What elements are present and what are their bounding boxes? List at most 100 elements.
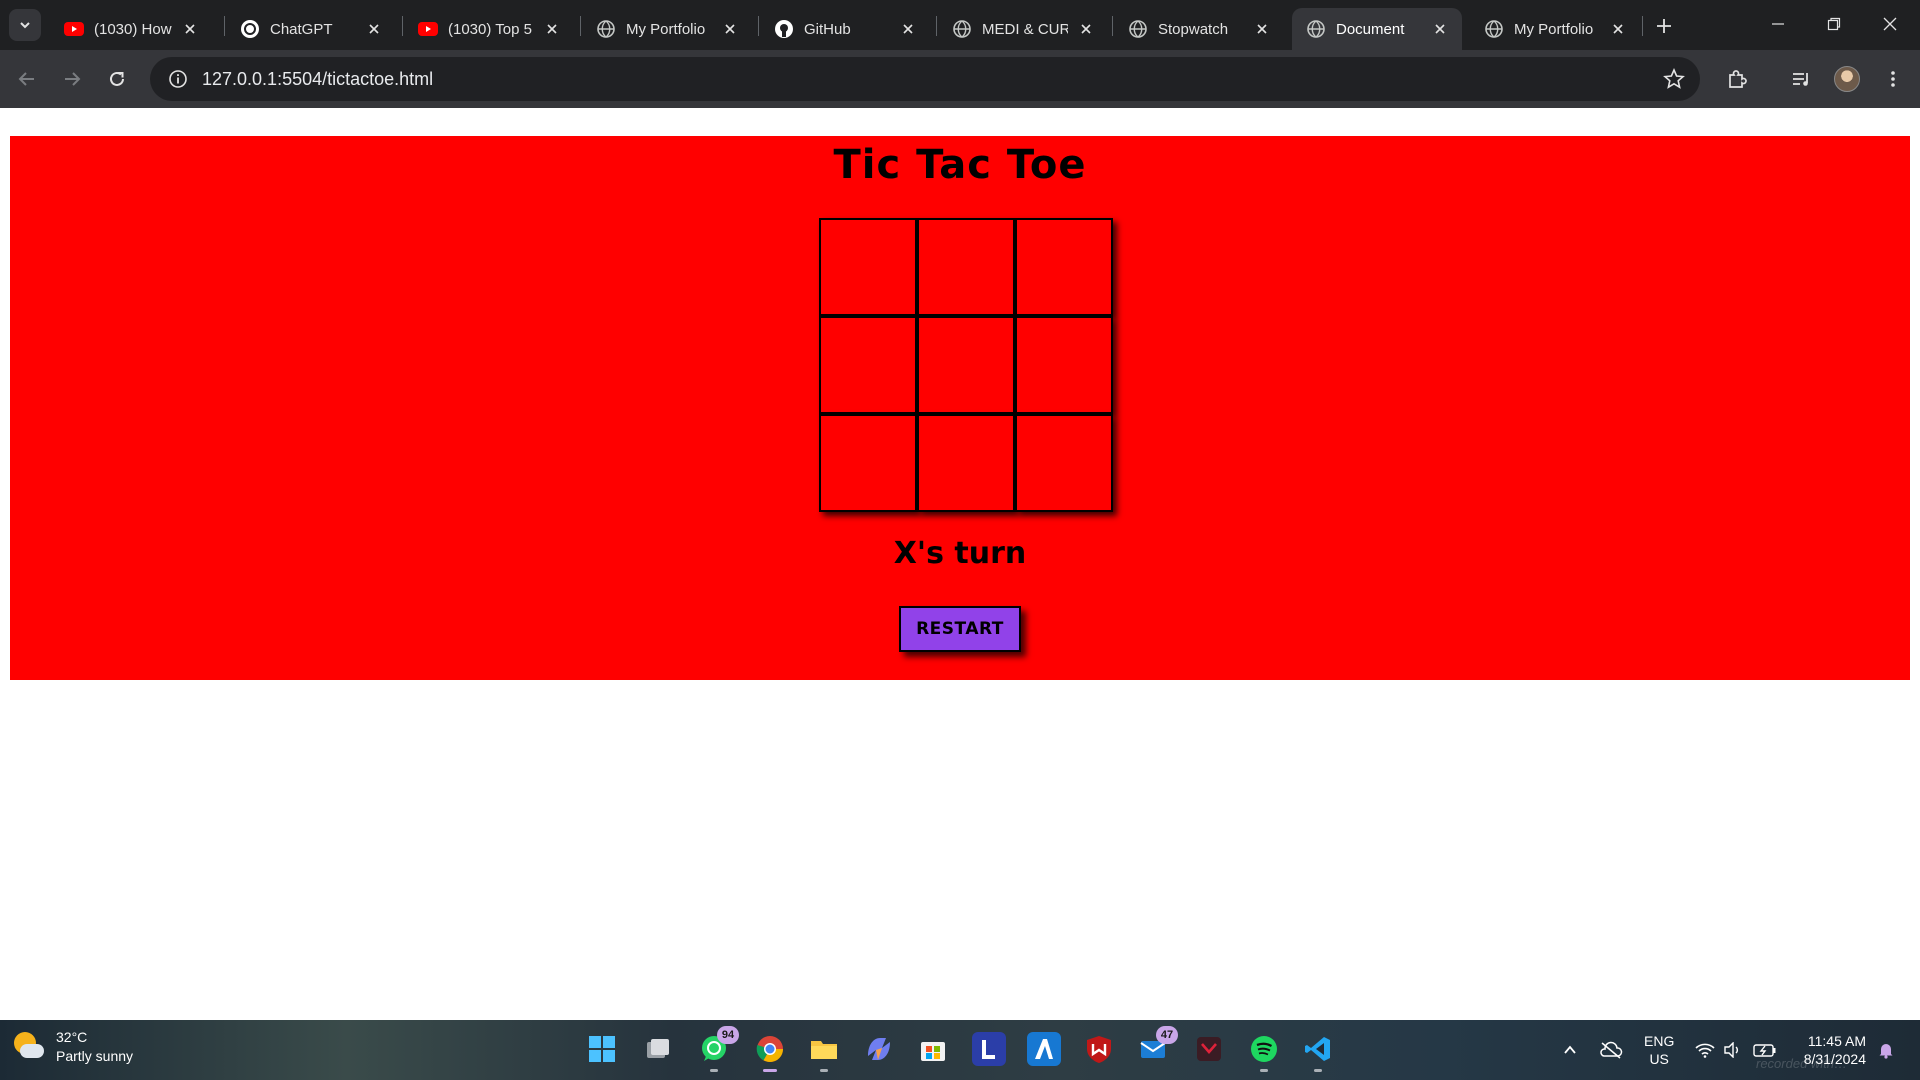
- wifi-status[interactable]: [1692, 1020, 1718, 1080]
- board-cell[interactable]: [1015, 316, 1113, 414]
- globe-icon: [596, 19, 616, 39]
- spotify-button[interactable]: [1247, 1032, 1281, 1072]
- input-language[interactable]: ENG US: [1644, 1032, 1674, 1068]
- tab-close-icon[interactable]: [898, 19, 918, 39]
- start-button[interactable]: [585, 1032, 619, 1066]
- restore-button[interactable]: [1814, 8, 1854, 40]
- volume-status[interactable]: [1720, 1020, 1744, 1080]
- onedrive-status[interactable]: [1596, 1020, 1626, 1080]
- browser-tab-strip: (1030) How to ChatGPT (1030) Top 5 / My …: [0, 0, 1920, 50]
- mcafee-button[interactable]: [1082, 1032, 1116, 1066]
- tab-close-icon[interactable]: [720, 19, 740, 39]
- running-indicator: [1314, 1069, 1322, 1072]
- globe-icon: [1306, 19, 1326, 39]
- microsoft-store-button[interactable]: [916, 1032, 950, 1066]
- board-cell[interactable]: [1015, 218, 1113, 316]
- turn-status: X's turn: [893, 536, 1027, 571]
- tab-medi-cure[interactable]: MEDI & CURE: [938, 8, 1108, 50]
- tab-close-icon[interactable]: [1430, 19, 1450, 39]
- tab-close-icon[interactable]: [180, 19, 200, 39]
- chrome-taskbar-button[interactable]: [753, 1032, 787, 1072]
- tab-chatgpt[interactable]: ChatGPT: [226, 8, 396, 50]
- speaker-icon: [1724, 1042, 1738, 1058]
- tab-stopwatch[interactable]: Stopwatch: [1114, 8, 1284, 50]
- tab-title: Document: [1336, 20, 1405, 38]
- tab-close-icon[interactable]: [364, 19, 384, 39]
- tab-separator: [224, 16, 225, 36]
- tab-close-icon[interactable]: [1608, 19, 1628, 39]
- bookmark-star-icon[interactable]: [1662, 67, 1686, 91]
- plus-icon: [1657, 19, 1671, 33]
- board-cell[interactable]: [917, 316, 1015, 414]
- vscode-icon: [1305, 1037, 1330, 1061]
- tab-search-button[interactable]: [9, 9, 41, 41]
- vscode-button[interactable]: [1301, 1032, 1335, 1072]
- tab-github[interactable]: GitHub: [760, 8, 930, 50]
- windows-logo-icon: [589, 1036, 615, 1062]
- board-cell[interactable]: [917, 218, 1015, 316]
- extensions-button[interactable]: [1720, 62, 1754, 96]
- board-cell[interactable]: [1015, 414, 1113, 512]
- tab-separator: [1112, 16, 1113, 36]
- tab-close-icon[interactable]: [542, 19, 562, 39]
- restart-button[interactable]: RESTART: [899, 606, 1021, 652]
- show-hidden-icons-button[interactable]: [1556, 1020, 1584, 1080]
- recording-watermark: recorded with…: [1756, 1056, 1848, 1071]
- tab-youtube-top-5[interactable]: (1030) Top 5 /: [404, 8, 574, 50]
- board-cell[interactable]: [917, 414, 1015, 512]
- chevron-down-icon: [20, 22, 30, 29]
- drawing-app-button[interactable]: [1027, 1032, 1061, 1066]
- minimize-button[interactable]: [1758, 8, 1798, 40]
- notification-center-button[interactable]: [1872, 1020, 1900, 1080]
- tab-separator: [1642, 16, 1643, 36]
- tab-title: My Portfolio: [1514, 20, 1594, 38]
- file-explorer-button[interactable]: [807, 1032, 841, 1072]
- spotify-icon: [1251, 1036, 1277, 1062]
- tab-close-icon[interactable]: [1076, 19, 1096, 39]
- cloud-offline-icon: [1600, 1041, 1623, 1059]
- tab-close-icon[interactable]: [1252, 19, 1272, 39]
- chevron-up-icon: [1564, 1045, 1576, 1054]
- back-button[interactable]: [10, 62, 44, 96]
- letter-l-icon: [982, 1040, 995, 1059]
- close-window-button[interactable]: [1870, 8, 1910, 40]
- tab-document[interactable]: Document: [1292, 8, 1462, 50]
- board-cell[interactable]: [819, 316, 917, 414]
- mcafee-alt-button[interactable]: [1192, 1032, 1226, 1066]
- reload-button[interactable]: [100, 62, 134, 96]
- battery-status[interactable]: [1750, 1020, 1780, 1080]
- l-app-button[interactable]: [972, 1032, 1006, 1066]
- profile-avatar[interactable]: [1834, 66, 1860, 92]
- running-indicator: [820, 1069, 828, 1072]
- address-bar[interactable]: 127.0.0.1:5504/tictactoe.html: [150, 57, 1700, 101]
- globe-icon: [1484, 19, 1504, 39]
- board-cell[interactable]: [819, 414, 917, 512]
- task-view-button[interactable]: [641, 1032, 675, 1066]
- bell-icon: [1879, 1044, 1893, 1059]
- tab-my-portfolio-2[interactable]: My Portfolio: [1470, 8, 1640, 50]
- page-viewport: Tic Tac Toe X's turn RESTART: [0, 108, 1920, 1020]
- windows-taskbar: 32°C Partly sunny 94 47 ENG US 11:45 AM …: [0, 1020, 1920, 1080]
- globe-icon: [952, 19, 972, 39]
- partly-sunny-icon: [12, 1030, 46, 1064]
- tab-my-portfolio[interactable]: My Portfolio: [582, 8, 752, 50]
- weather-widget[interactable]: 32°C Partly sunny: [12, 1028, 133, 1066]
- tab-title: GitHub: [804, 20, 851, 38]
- chatgpt-icon: [240, 19, 260, 39]
- media-control-button[interactable]: [1784, 62, 1818, 96]
- tab-title: My Portfolio: [626, 20, 706, 38]
- tab-youtube-how-to[interactable]: (1030) How to: [50, 8, 212, 50]
- board-cell[interactable]: [819, 218, 917, 316]
- puzzle-icon: [1729, 70, 1747, 88]
- tab-title: MEDI & CURE: [982, 20, 1068, 38]
- copilot-button[interactable]: [862, 1032, 896, 1066]
- forward-button[interactable]: [55, 62, 89, 96]
- mail-button[interactable]: 47: [1136, 1026, 1178, 1066]
- whatsapp-taskbar-button[interactable]: 94: [697, 1026, 739, 1072]
- url-text[interactable]: 127.0.0.1:5504/tictactoe.html: [202, 69, 433, 90]
- site-info-icon[interactable]: [156, 57, 200, 101]
- new-tab-button[interactable]: [1650, 12, 1678, 40]
- browser-menu-button[interactable]: [1876, 62, 1910, 96]
- task-view-icon: [647, 1039, 669, 1058]
- folder-icon: [811, 1041, 837, 1059]
